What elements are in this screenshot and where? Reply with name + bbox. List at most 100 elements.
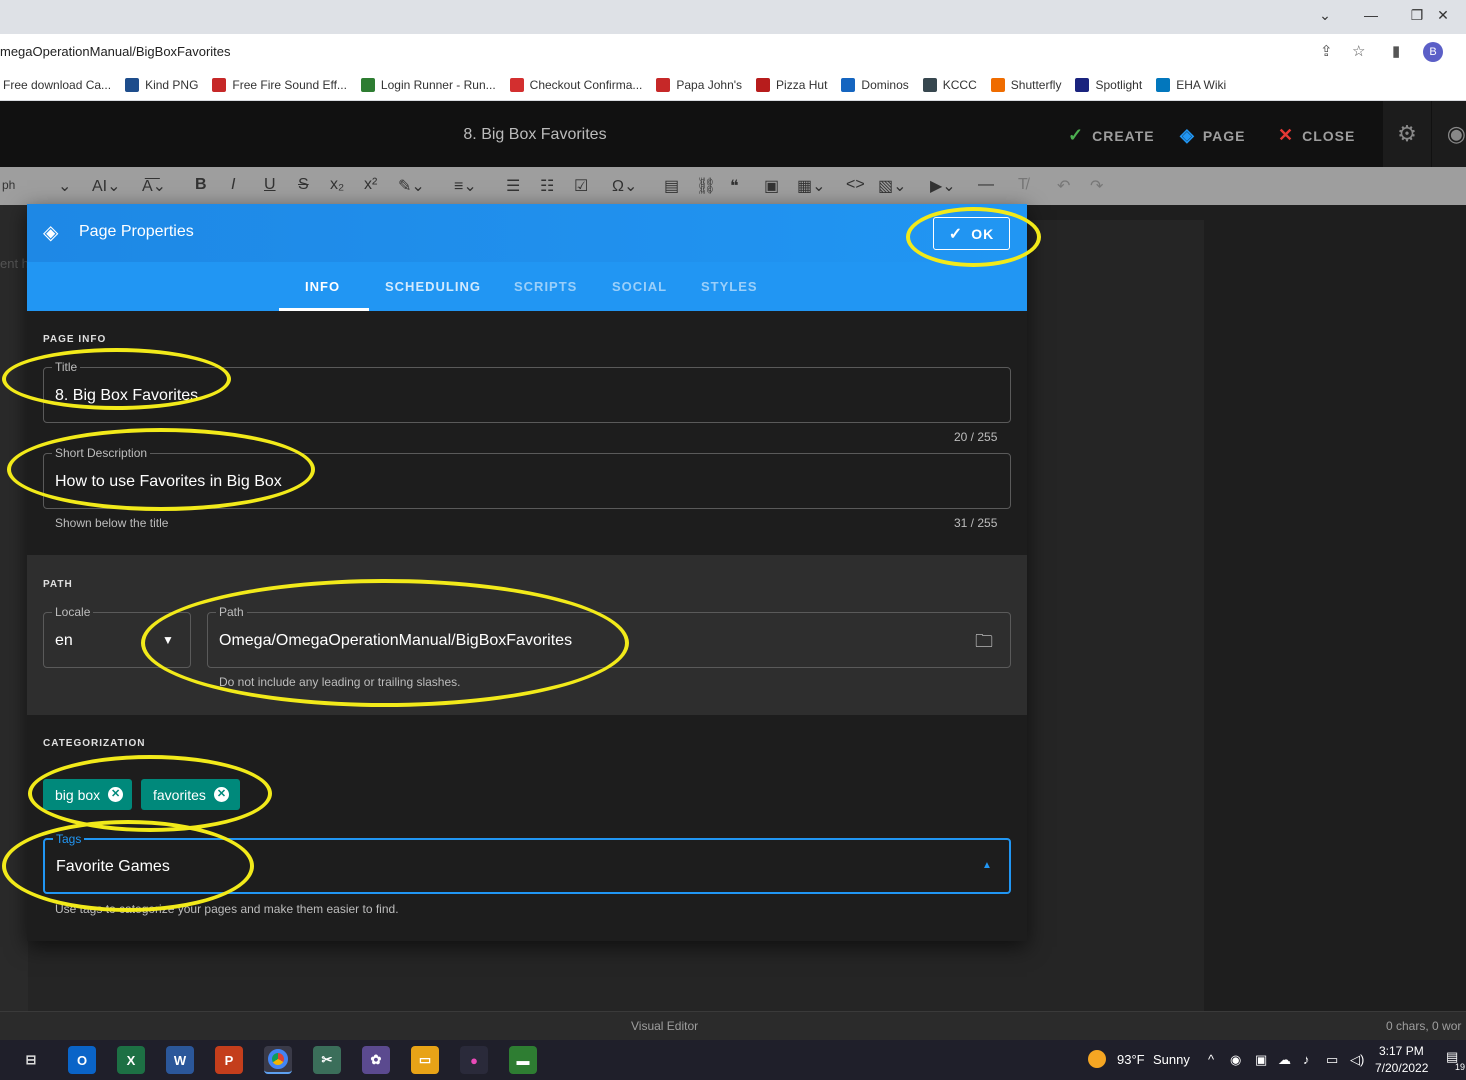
superscript-icon[interactable]: x² [364, 176, 377, 194]
bookmark-item[interactable]: Shutterfly [990, 78, 1061, 92]
clock-date[interactable]: 7/20/2022 [1375, 1061, 1428, 1075]
settings-button[interactable]: ⚙ [1383, 101, 1431, 167]
title-counter: 20 / 255 [954, 430, 998, 444]
bookmark-item[interactable]: Pizza Hut [756, 78, 827, 92]
short-description-counter: 31 / 255 [954, 516, 998, 530]
bookmark-label: Papa John's [676, 78, 743, 92]
file-explorer-icon[interactable]: ▭ [411, 1046, 439, 1074]
code-block-icon[interactable]: ▧⌄ [878, 176, 907, 196]
excel-icon[interactable]: X [117, 1046, 145, 1074]
snipping-tool-icon[interactable]: ✂ [313, 1046, 341, 1074]
close-window-icon[interactable]: ✕ [1420, 0, 1466, 30]
tab-scripts[interactable]: SCRIPTS [514, 279, 577, 294]
tab-styles[interactable]: STYLES [701, 279, 758, 294]
minimize-icon[interactable]: — [1348, 0, 1394, 30]
notification-count: 19 [1455, 1062, 1466, 1072]
section-categorization: CATEGORIZATION [43, 738, 146, 749]
blockquote-icon[interactable]: ❝ [730, 176, 739, 196]
bookmark-item[interactable]: Papa John's [656, 78, 742, 92]
horizontal-line-icon[interactable]: — [978, 176, 994, 194]
code-icon[interactable]: <> [846, 176, 865, 194]
bookmark-label: Dominos [861, 78, 909, 92]
paragraph-select[interactable]: ph [2, 178, 15, 192]
media-icon[interactable]: ▶⌄ [930, 176, 956, 196]
check-icon: ✓ [1068, 125, 1085, 145]
page-button[interactable]: ◈ PAGE [1180, 125, 1245, 146]
bookmark-item[interactable]: Checkout Confirma... [509, 78, 643, 92]
word-icon[interactable]: W [166, 1046, 194, 1074]
paint-icon[interactable]: ✿ [362, 1046, 390, 1074]
tab-scheduling[interactable]: SCHEDULING [385, 279, 481, 294]
bookmark-item[interactable]: Free Fire Sound Eff... [212, 78, 347, 92]
tab-search-icon[interactable]: ⌄ [1302, 0, 1348, 30]
bold-icon[interactable]: B [195, 176, 207, 194]
underline-icon[interactable]: U [264, 176, 276, 194]
create-button[interactable]: ✓ CREATE [1068, 125, 1155, 146]
dialog-title: Page Properties [79, 223, 194, 240]
bookmark-label: KCCC [942, 78, 977, 92]
bookmark-item[interactable]: Free download Ca... [3, 78, 111, 92]
task-view-icon[interactable]: ⊟ [17, 1046, 45, 1074]
italic-icon[interactable]: I [231, 176, 235, 194]
bookmark-item[interactable]: KCCC [922, 78, 977, 92]
close-button[interactable]: ✕ CLOSE [1278, 125, 1355, 146]
caret-up-icon[interactable]: ▲ [982, 860, 992, 871]
chrome-icon[interactable] [264, 1046, 292, 1074]
dialog-header: ◈ Page Properties ✓ OK [27, 204, 1027, 262]
bookmark-label: Checkout Confirma... [529, 78, 643, 92]
font-size-icon[interactable]: AI⌄ [92, 176, 121, 196]
align-icon[interactable]: ≡⌄ [454, 176, 477, 196]
bookmark-label: Kind PNG [145, 78, 199, 92]
tab-social[interactable]: SOCIAL [612, 279, 667, 294]
numbered-list-icon[interactable]: ☰ [506, 176, 520, 196]
font-family-icon[interactable]: A͞⌄ [142, 176, 166, 196]
share-icon[interactable]: ⇪ [1320, 42, 1333, 60]
highlight-icon[interactable]: ✎⌄ [398, 176, 425, 196]
volume-icon[interactable]: ◁) [1350, 1052, 1364, 1068]
weather-sun-icon[interactable] [1088, 1050, 1106, 1068]
microphone-icon[interactable]: ♪ [1303, 1052, 1310, 1067]
bookmark-item[interactable]: Kind PNG [125, 78, 198, 92]
url-text[interactable]: megaOperationManual/BigBoxFavorites [0, 44, 231, 59]
powerpoint-icon[interactable]: P [215, 1046, 243, 1074]
remote-desktop-icon[interactable]: ▬ [509, 1046, 537, 1074]
weather-temp[interactable]: 93°F [1117, 1052, 1145, 1067]
star-icon[interactable]: ☆ [1352, 42, 1365, 60]
profile-avatar[interactable]: B [1423, 42, 1443, 62]
bookmark-item[interactable]: Login Runner - Run... [360, 78, 496, 92]
bulleted-list-icon[interactable]: ☷ [540, 176, 554, 196]
special-chars-icon[interactable]: Ω⌄ [612, 176, 637, 196]
undo-icon[interactable]: ↶ [1057, 176, 1070, 196]
folder-search-icon[interactable]: 🗀 [975, 629, 993, 659]
editor-placeholder: ent h [0, 256, 29, 271]
network-icon[interactable]: ▭ [1326, 1052, 1338, 1068]
side-panel-icon[interactable]: ▮ [1392, 42, 1400, 60]
outlook-icon[interactable]: O [68, 1046, 96, 1074]
subscript-icon[interactable]: x₂ [330, 176, 344, 194]
tab-info[interactable]: INFO [305, 279, 340, 294]
create-label: CREATE [1092, 127, 1155, 144]
strikethrough-icon[interactable]: S [298, 176, 309, 194]
tray-app-icon[interactable]: ◉ [1230, 1052, 1241, 1068]
chevron-down-icon[interactable]: ⌄ [58, 176, 71, 196]
insert-block-icon[interactable]: ▤ [664, 176, 679, 196]
address-bar[interactable]: megaOperationManual/BigBoxFavorites ⇪ ☆ … [0, 34, 1466, 70]
account-button[interactable]: ◉ [1431, 101, 1466, 167]
clear-format-icon[interactable]: T̸ [1018, 176, 1028, 194]
link-icon[interactable]: ⛓ [696, 176, 716, 196]
bookmark-label: Spotlight [1095, 78, 1143, 92]
droplet-app-icon[interactable]: ● [460, 1046, 488, 1074]
bookmark-item[interactable]: EHA Wiki [1156, 78, 1226, 92]
weather-desc[interactable]: Sunny [1153, 1052, 1190, 1067]
image-icon[interactable]: ▣ [764, 176, 779, 196]
tray-chevron-icon[interactable]: ^ [1208, 1052, 1214, 1067]
redo-icon[interactable]: ↷ [1090, 176, 1103, 196]
bookmark-label: EHA Wiki [1176, 78, 1227, 92]
table-icon[interactable]: ▦⌄ [797, 176, 826, 196]
meet-icon[interactable]: ▣ [1255, 1052, 1267, 1068]
bookmark-item[interactable]: Dominos [841, 78, 909, 92]
clock-time[interactable]: 3:17 PM [1379, 1044, 1424, 1058]
onedrive-icon[interactable]: ☁ [1278, 1052, 1291, 1068]
todo-list-icon[interactable]: ☑ [574, 176, 588, 196]
bookmark-item[interactable]: Spotlight [1075, 78, 1142, 92]
